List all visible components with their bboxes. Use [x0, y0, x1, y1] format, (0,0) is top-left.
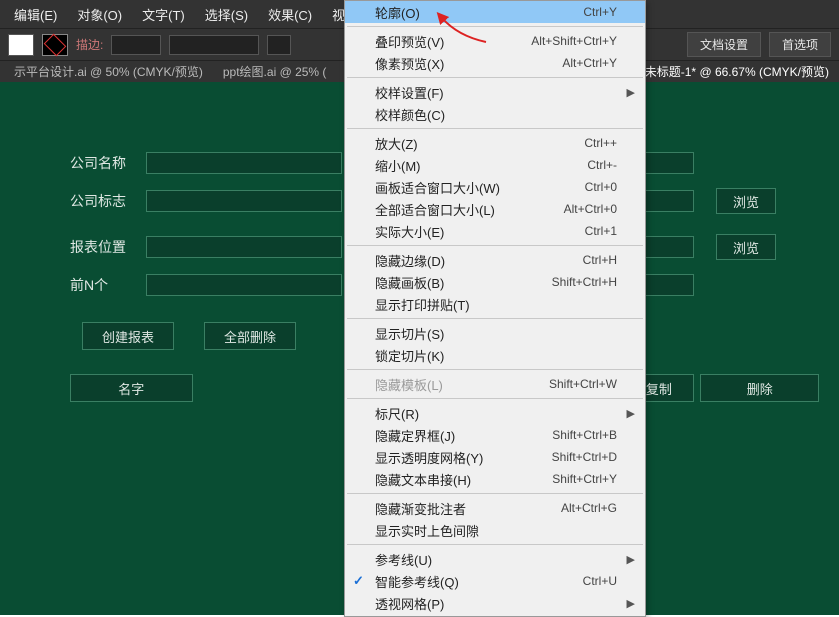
col-name: 名字	[70, 374, 193, 402]
menu-item-show-slices[interactable]: 显示切片(S)	[345, 322, 645, 344]
menu-item-lock-slices[interactable]: 锁定切片(K)	[345, 344, 645, 366]
stroke-weight-select[interactable]	[111, 35, 161, 55]
menu-item-show-transparency[interactable]: 显示透明度网格(Y)Shift+Ctrl+D	[345, 446, 645, 468]
menu-text[interactable]: 文字(T)	[132, 5, 195, 24]
col-delete: 删除	[700, 374, 819, 402]
submenu-arrow-icon: ▶	[627, 597, 635, 610]
menu-item-fit-artboard[interactable]: 画板适合窗口大小(W)Ctrl+0	[345, 176, 645, 198]
menu-object[interactable]: 对象(O)	[67, 5, 132, 24]
doc-setup-button[interactable]: 文档设置	[687, 32, 761, 57]
check-icon: ✓	[353, 573, 364, 589]
label-company-logo: 公司标志	[70, 191, 136, 211]
browse-button-1[interactable]: 浏览	[716, 188, 776, 214]
tab-doc3[interactable]: 未标题-1* @ 66.67% (CMYK/预览)	[635, 63, 839, 80]
tab-doc2[interactable]: ppt绘图.ai @ 25% (	[213, 63, 337, 80]
submenu-arrow-icon: ▶	[627, 407, 635, 420]
menu-edit[interactable]: 编辑(E)	[4, 5, 67, 24]
menu-item-show-tiling[interactable]: 显示打印拼贴(T)	[345, 293, 645, 315]
menu-item-hide-artboards[interactable]: 隐藏画板(B)Shift+Ctrl+H	[345, 271, 645, 293]
menu-item-smart-guides[interactable]: ✓智能参考线(Q)Ctrl+U	[345, 570, 645, 592]
menu-item-hide-bbox[interactable]: 隐藏定界框(J)Shift+Ctrl+B	[345, 424, 645, 446]
tab-doc1[interactable]: 示平台设计.ai @ 50% (CMYK/预览)	[4, 63, 213, 80]
view-menu-dropdown: 轮廓(O)Ctrl+Y 叠印预览(V)Alt+Shift+Ctrl+Y 像素预览…	[344, 0, 646, 617]
input-report-pos[interactable]	[146, 236, 342, 258]
menu-item-hide-thread[interactable]: 隐藏文本串接(H)Shift+Ctrl+Y	[345, 468, 645, 490]
stroke-label: 描边:	[76, 36, 103, 53]
menu-item-proof-setup[interactable]: 校样设置(F)▶	[345, 81, 645, 103]
label-company-name: 公司名称	[70, 153, 136, 173]
delete-all-button[interactable]: 全部删除	[204, 322, 296, 350]
label-report-pos: 报表位置	[70, 237, 136, 257]
menu-select[interactable]: 选择(S)	[195, 5, 258, 24]
menu-item-overprint[interactable]: 叠印预览(V)Alt+Shift+Ctrl+Y	[345, 30, 645, 52]
label-top-n: 前N个	[70, 275, 136, 295]
browse-button-2[interactable]: 浏览	[716, 234, 776, 260]
brush-select[interactable]	[169, 35, 259, 55]
prefs-button[interactable]: 首选项	[769, 32, 831, 57]
stroke-swatch[interactable]	[42, 34, 68, 56]
create-report-button[interactable]: 创建报表	[82, 322, 174, 350]
menu-item-rulers[interactable]: 标尺(R)▶	[345, 402, 645, 424]
menu-item-proof-colors[interactable]: 校样颜色(C)	[345, 103, 645, 125]
menu-effect[interactable]: 效果(C)	[258, 5, 322, 24]
menu-item-zoom-in[interactable]: 放大(Z)Ctrl++	[345, 132, 645, 154]
menu-item-actual-size[interactable]: 实际大小(E)Ctrl+1	[345, 220, 645, 242]
submenu-arrow-icon: ▶	[627, 553, 635, 566]
menu-item-hide-template: 隐藏模板(L)Shift+Ctrl+W	[345, 373, 645, 395]
menu-item-zoom-out[interactable]: 缩小(M)Ctrl+-	[345, 154, 645, 176]
menu-item-guides[interactable]: 参考线(U)▶	[345, 548, 645, 570]
menu-item-outline[interactable]: 轮廓(O)Ctrl+Y	[345, 1, 645, 23]
menu-item-show-live-paint[interactable]: 显示实时上色间隙	[345, 519, 645, 541]
fill-swatch[interactable]	[8, 34, 34, 56]
menu-item-pixel[interactable]: 像素预览(X)Alt+Ctrl+Y	[345, 52, 645, 74]
menu-item-hide-gradient[interactable]: 隐藏渐变批注者Alt+Ctrl+G	[345, 497, 645, 519]
input-company-name[interactable]	[146, 152, 342, 174]
menu-item-perspective-grid[interactable]: 透视网格(P)▶	[345, 592, 645, 614]
input-top-n[interactable]	[146, 274, 342, 296]
menu-item-fit-all[interactable]: 全部适合窗口大小(L)Alt+Ctrl+0	[345, 198, 645, 220]
submenu-arrow-icon: ▶	[627, 86, 635, 99]
opacity-select[interactable]	[267, 35, 291, 55]
menu-item-hide-edges[interactable]: 隐藏边缘(D)Ctrl+H	[345, 249, 645, 271]
input-company-logo[interactable]	[146, 190, 342, 212]
